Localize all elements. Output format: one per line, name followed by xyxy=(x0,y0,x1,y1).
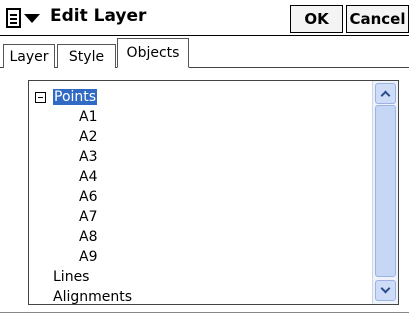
cancel-button[interactable]: Cancel xyxy=(346,5,409,33)
tree-node-a3[interactable]: A3 xyxy=(79,147,97,167)
tree-node-a1[interactable]: A1 xyxy=(79,107,97,127)
chevron-down-icon xyxy=(24,13,40,23)
chevron-down-icon xyxy=(380,283,391,294)
scroll-up-button[interactable] xyxy=(375,83,396,104)
layers-menu-icon xyxy=(6,8,21,28)
tree-node-points[interactable]: Points xyxy=(53,87,98,107)
scrollbar-thumb[interactable] xyxy=(375,105,396,277)
scroll-down-button[interactable] xyxy=(375,280,396,301)
tree-node-label: Points xyxy=(53,89,98,105)
title-bar: Edit Layer OK Cancel xyxy=(0,0,409,36)
tree-node-a6[interactable]: A6 xyxy=(79,187,97,207)
collapse-icon[interactable] xyxy=(35,92,46,103)
chevron-up-icon xyxy=(380,90,391,101)
vertical-scrollbar[interactable] xyxy=(372,81,398,304)
tree-node-alignments[interactable]: Alignments xyxy=(53,287,132,304)
tree-node-a9[interactable]: A9 xyxy=(79,247,97,267)
tree-node-a8[interactable]: A8 xyxy=(79,227,97,247)
app-menu-button[interactable] xyxy=(3,3,43,33)
tree-node-a7[interactable]: A7 xyxy=(79,207,97,227)
tab-objects[interactable]: Objects xyxy=(117,38,189,68)
tree-node-lines[interactable]: Lines xyxy=(53,267,89,287)
tab-style[interactable]: Style xyxy=(57,44,116,68)
tree-node-a4[interactable]: A4 xyxy=(79,167,97,187)
object-tree[interactable]: Points A1 A2 A3 A4 A6 A7 A8 A9 Lines Ali… xyxy=(28,80,399,305)
page-title: Edit Layer xyxy=(50,6,147,26)
tab-layer[interactable]: Layer xyxy=(3,44,55,68)
tab-strip: Layer Style Objects xyxy=(0,36,409,68)
tree-node-a2[interactable]: A2 xyxy=(79,127,97,147)
objects-panel: Points A1 A2 A3 A4 A6 A7 A8 A9 Lines Ali… xyxy=(0,68,409,313)
ok-button[interactable]: OK xyxy=(290,5,343,33)
